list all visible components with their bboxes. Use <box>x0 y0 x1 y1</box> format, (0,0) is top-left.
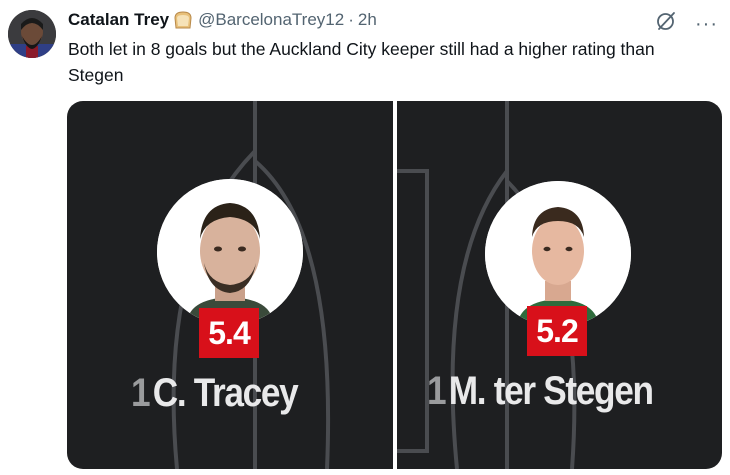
more-icon[interactable]: ··· <box>695 14 718 34</box>
tweet-text: Both let in 8 goals but the Auckland Cit… <box>68 39 655 85</box>
rating-badge-left: 5.4 <box>199 308 259 358</box>
media-panel-left: 5.4 1C. Tracey <box>67 101 393 469</box>
timestamp[interactable]: 2h <box>358 10 377 30</box>
separator: · <box>348 10 354 29</box>
player-number-left: 1 <box>131 371 151 415</box>
grok-icon[interactable] <box>655 10 677 37</box>
player-number-right: 1 <box>427 369 447 413</box>
tweet-header: Catalan Trey @BarcelonaTrey12 · 2h <box>68 8 710 32</box>
avatar[interactable] <box>8 10 56 58</box>
player-photo-left <box>157 179 303 325</box>
tweet-media[interactable]: 5.4 1C. Tracey 5.2 1M. ter Stegen <box>67 101 722 469</box>
author-handle[interactable]: @BarcelonaTrey12 <box>198 10 344 30</box>
rating-badge-right: 5.2 <box>527 306 587 356</box>
player-label-left: C. Tracey <box>152 371 299 415</box>
header-actions: ··· <box>655 10 718 37</box>
bread-emoji-icon <box>172 10 194 30</box>
tweet: Catalan Trey @BarcelonaTrey12 · 2h ··· B… <box>0 0 730 475</box>
player-name-left: 1C. Tracey <box>131 371 299 416</box>
media-panel-right: 5.2 1M. ter Stegen <box>397 101 722 469</box>
player-name-right: 1M. ter Stegen <box>427 369 654 414</box>
player-label-right: M. ter Stegen <box>448 369 654 413</box>
author-name[interactable]: Catalan Trey <box>68 10 169 30</box>
